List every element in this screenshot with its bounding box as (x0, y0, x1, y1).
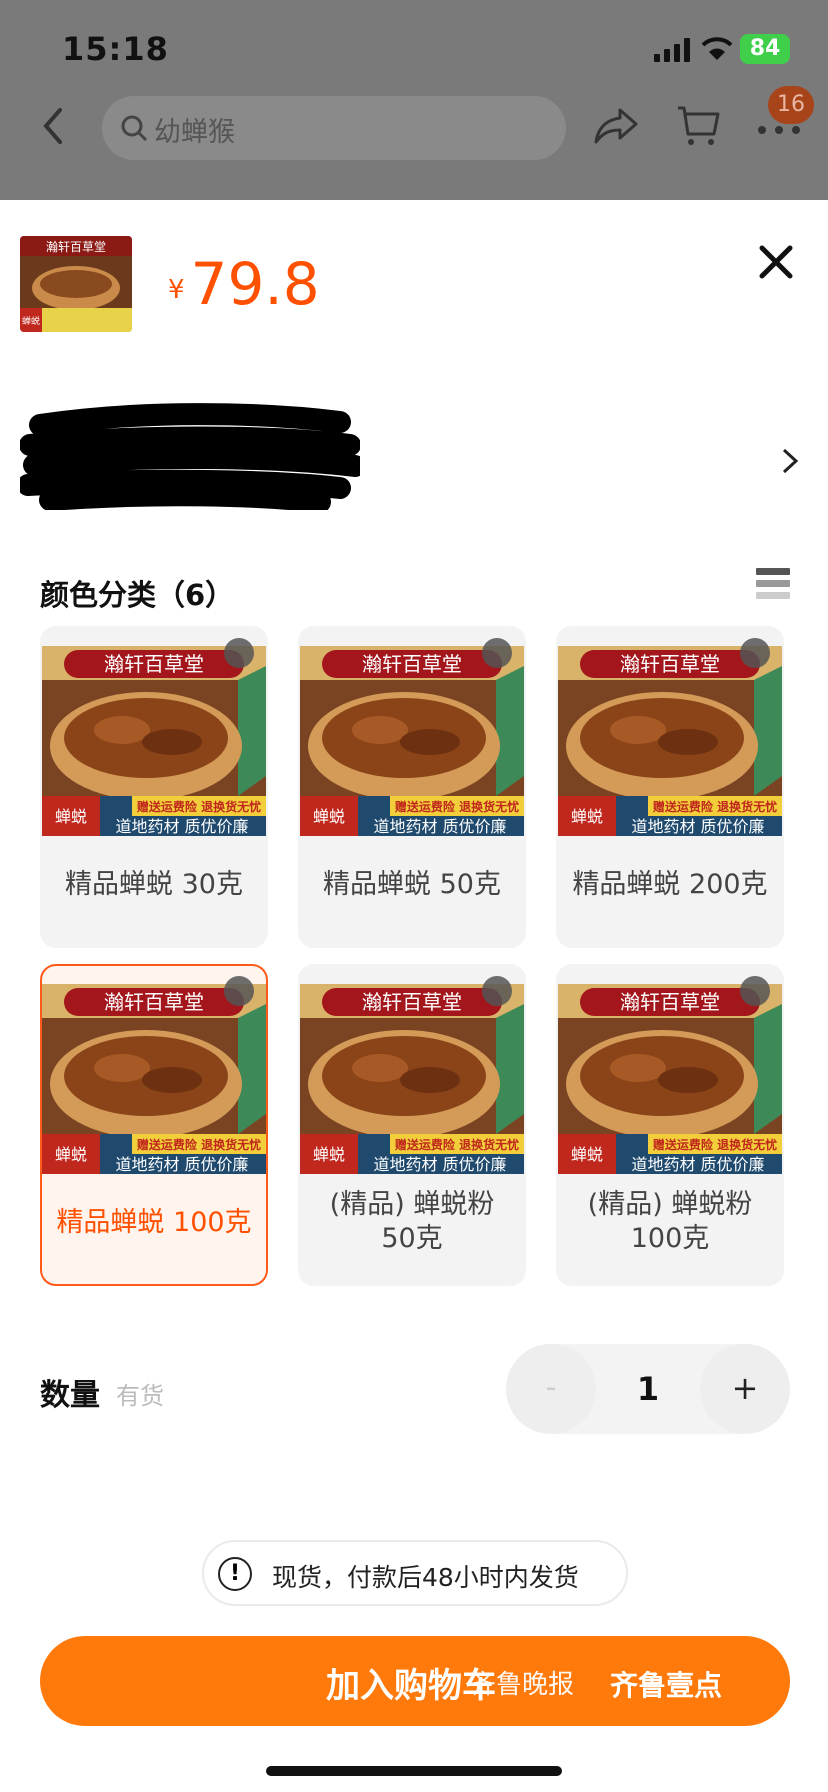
watermark-left: 齐鲁晚报 (470, 1670, 575, 1700)
sku-image: 瀚轩百草堂蝉蜕 赠送运费险 退换货无忧道地药材 质优价廉 (42, 984, 266, 1174)
svg-text:赠送运费险 退换货无忧: 赠送运费险 退换货无忧 (137, 799, 261, 814)
sku-bottom-sheet: 瀚轩百草堂 蝉蜕 ¥79.8 刚 颜色分类（6） 瀚轩百草堂 蝉蜕 赠送运费险 退换… (0, 200, 828, 1792)
cellular-signal-icon (654, 38, 690, 62)
sku-option-label: (精品) 蝉蜕粉 100克 (587, 1189, 753, 1254)
home-indicator (266, 1766, 562, 1776)
sku-option[interactable]: 瀚轩百草堂蝉蜕 赠送运费险 退换货无忧道地药材 质优价廉精品蝉蜕 200克 (556, 626, 784, 948)
svg-text:道地药材 质优价廉: 道地药材 质优价廉 (115, 817, 248, 836)
svg-text:赠送运费险 退换货无忧: 赠送运费险 退换货无忧 (137, 1137, 261, 1152)
svg-text:蝉蜕: 蝉蜕 (55, 807, 87, 826)
quantity-label: 数量 (40, 1378, 100, 1413)
sku-option-label: 精品蝉蜕 200克 (572, 869, 768, 900)
search-placeholder: 幼蝉猴 (154, 117, 235, 148)
zoom-icon[interactable] (740, 638, 770, 668)
search-icon (121, 115, 148, 142)
list-view-icon[interactable] (756, 568, 790, 600)
svg-text:赠送运费险 退换货无忧: 赠送运费险 退换货无忧 (395, 799, 519, 814)
status-bar: 15:18 84 (0, 0, 828, 100)
quantity-value[interactable]: 1 (606, 1344, 690, 1434)
status-time: 15:18 (62, 30, 169, 68)
watermark-right: 齐鲁壹点 (610, 1669, 723, 1702)
svg-text:瀚轩百草堂: 瀚轩百草堂 (620, 652, 720, 676)
zoom-icon[interactable] (482, 638, 512, 668)
product-price: ¥79.8 (168, 250, 320, 318)
battery-indicator: 84 (740, 34, 790, 64)
sku-option[interactable]: 瀚轩百草堂蝉蜕 赠送运费险 退换货无忧道地药材 质优价廉 (精品) 蝉蜕粉 50克 (298, 964, 526, 1286)
sku-option-label: 精品蝉蜕 50克 (323, 869, 501, 900)
sku-image: 瀚轩百草堂蝉蜕 赠送运费险 退换货无忧道地药材 质优价廉 (300, 646, 524, 836)
zoom-icon[interactable] (740, 976, 770, 1006)
svg-text:赠送运费险 退换货无忧: 赠送运费险 退换货无忧 (395, 1137, 519, 1152)
info-icon: ! (218, 1557, 252, 1591)
svg-text:道地药材 质优价廉: 道地药材 质优价廉 (373, 817, 506, 836)
shipping-notice: ! 现货，付款后48小时内发货 (202, 1540, 628, 1606)
sku-option[interactable]: 瀚轩百草堂蝉蜕 赠送运费险 退换货无忧道地药材 质优价廉精品蝉蜕 100克 (40, 964, 268, 1286)
svg-text:蝉蜕: 蝉蜕 (313, 807, 345, 826)
back-arrow-icon[interactable] (38, 106, 68, 146)
zoom-icon[interactable] (482, 976, 512, 1006)
close-icon[interactable] (756, 242, 796, 282)
share-icon[interactable] (594, 106, 638, 146)
svg-text:道地药材 质优价廉: 道地药材 质优价廉 (115, 1155, 248, 1174)
wifi-icon (701, 37, 733, 60)
address-row[interactable]: 刚 (20, 400, 810, 510)
sku-option-label: 精品蝉蜕 100克 (56, 1207, 252, 1238)
product-thumbnail: 瀚轩百草堂 蝉蜕 (20, 236, 132, 332)
svg-text:蝉蜕: 蝉蜕 (571, 1145, 603, 1164)
svg-text:道地药材 质优价廉: 道地药材 质优价廉 (631, 817, 764, 836)
svg-text:瀚轩百草堂: 瀚轩百草堂 (104, 990, 204, 1014)
shipping-notice-text: 现货，付款后48小时内发货 (272, 1563, 579, 1592)
cart-icon[interactable] (676, 104, 720, 148)
svg-text:蝉蜕: 蝉蜕 (55, 1145, 87, 1164)
chevron-right-icon (782, 448, 799, 474)
svg-text:瀚轩百草堂: 瀚轩百草堂 (620, 990, 720, 1014)
svg-text:瀚轩百草堂: 瀚轩百草堂 (362, 990, 462, 1014)
zoom-icon[interactable] (224, 976, 254, 1006)
zoom-icon[interactable] (224, 638, 254, 668)
svg-text:道地药材 质优价廉: 道地药材 质优价廉 (373, 1155, 506, 1174)
top-navbar: 幼蝉猴 (0, 92, 828, 162)
sku-option-label: 精品蝉蜕 30克 (65, 869, 243, 900)
stock-status: 有货 (116, 1382, 164, 1410)
redaction-scribble (20, 403, 360, 510)
svg-text:赠送运费险 退换货无忧: 赠送运费险 退换货无忧 (653, 1137, 777, 1152)
add-to-cart-button[interactable]: 加入购物车 齐鲁晚报 齐鲁壹点 (40, 1636, 790, 1726)
sku-section-title: 颜色分类（6） (40, 578, 235, 612)
increment-button[interactable]: + (700, 1344, 790, 1434)
thumb-brand: 瀚轩百草堂 (46, 239, 106, 254)
svg-text:道地药材 质优价廉: 道地药材 质优价廉 (631, 1155, 764, 1174)
thumb-tag: 蝉蜕 (22, 315, 40, 327)
svg-text:瀚轩百草堂: 瀚轩百草堂 (362, 652, 462, 676)
sku-image: 瀚轩百草堂蝉蜕 赠送运费险 退换货无忧道地药材 质优价廉 (558, 646, 782, 836)
sku-image: 瀚轩百草堂蝉蜕 赠送运费险 退换货无忧道地药材 质优价廉 (42, 646, 266, 836)
search-input[interactable]: 幼蝉猴 (102, 96, 566, 160)
sku-option[interactable]: 瀚轩百草堂蝉蜕 赠送运费险 退换货无忧道地药材 质优价廉 (精品) 蝉蜕粉 100克 (556, 964, 784, 1286)
decrement-button[interactable]: - (506, 1344, 596, 1434)
price-value: 79.8 (190, 250, 320, 318)
sku-image: 瀚轩百草堂蝉蜕 赠送运费险 退换货无忧道地药材 质优价廉 (300, 984, 524, 1174)
sku-option-label: (精品) 蝉蜕粉 50克 (329, 1189, 495, 1254)
sku-option[interactable]: 瀚轩百草堂蝉蜕 赠送运费险 退换货无忧道地药材 质优价廉精品蝉蜕 30克 (40, 626, 268, 948)
svg-text:蝉蜕: 蝉蜕 (571, 807, 603, 826)
svg-text:瀚轩百草堂: 瀚轩百草堂 (104, 652, 204, 676)
svg-text:赠送运费险 退换货无忧: 赠送运费险 退换货无忧 (653, 799, 777, 814)
svg-text:蝉蜕: 蝉蜕 (313, 1145, 345, 1164)
sku-option[interactable]: 瀚轩百草堂蝉蜕 赠送运费险 退换货无忧道地药材 质优价廉精品蝉蜕 50克 (298, 626, 526, 948)
quantity-stepper: - 1 + (506, 1344, 790, 1434)
currency-symbol: ¥ (168, 275, 185, 305)
message-badge: 16 (768, 86, 814, 124)
sku-image: 瀚轩百草堂蝉蜕 赠送运费险 退换货无忧道地药材 质优价廉 (558, 984, 782, 1174)
